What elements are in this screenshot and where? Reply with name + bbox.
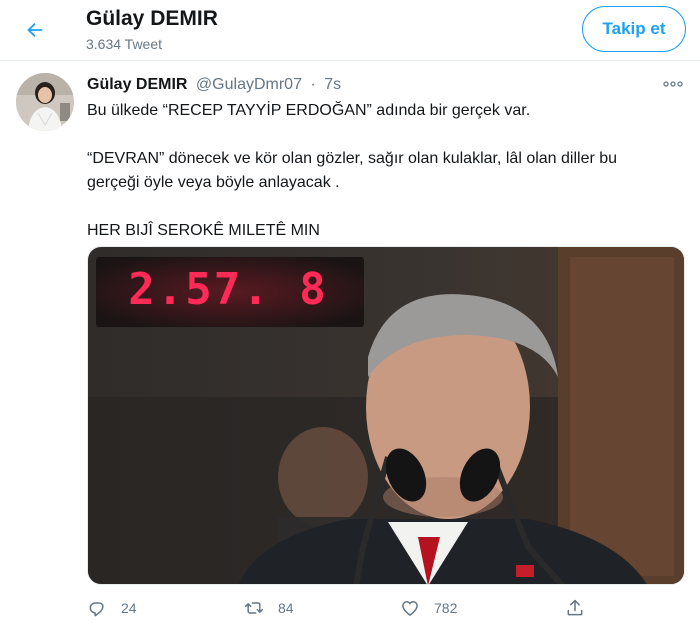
tweet-count: 3.634 Tweet — [86, 36, 163, 52]
tweet-media-photo[interactable]: 2.57. 8 — [87, 246, 685, 585]
retweet-icon — [244, 602, 264, 614]
tweet-time[interactable]: 7s — [324, 76, 341, 93]
reply-count: 24 — [121, 600, 137, 616]
back-button[interactable] — [18, 13, 52, 47]
separator: · — [310, 76, 316, 93]
reply-icon — [89, 602, 104, 617]
tweet-author-row: Gülay DEMIR @GulayDmr07 · 7s — [87, 76, 341, 94]
led-display-text: 2.57. 8 — [128, 264, 327, 315]
retweet-count: 84 — [278, 600, 294, 616]
author-name[interactable]: Gülay DEMIR — [87, 76, 187, 93]
retweet-button[interactable]: 84 — [244, 593, 294, 623]
like-icon — [402, 601, 418, 616]
author-handle[interactable]: @GulayDmr07 — [196, 76, 302, 93]
more-button[interactable] — [660, 73, 686, 95]
more-icon — [663, 81, 683, 87]
back-arrow-icon — [27, 22, 43, 38]
tweet-text-line: HER BIJÎ SEROKÊ MILETÊ MIN — [87, 222, 320, 239]
tweet-text-line: “DEVRAN” dönecek ve kör olan gözler, sağ… — [87, 150, 618, 167]
like-count: 782 — [434, 600, 458, 616]
tweet-text-line: gerçeği öyle veya böyle anlayacak . — [87, 174, 340, 191]
profile-header: Gülay DEMIR 3.634 Tweet Takip et — [0, 0, 700, 61]
share-button[interactable] — [565, 593, 585, 623]
reply-button[interactable]: 24 — [87, 593, 137, 623]
tweet-actions: 24 84 782 — [87, 593, 607, 623]
header-title: Gülay DEMIR — [86, 7, 218, 30]
tweet-text: Bu ülkede “RECEP TAYYİP ERDOĞAN” adında … — [87, 99, 687, 243]
share-icon — [567, 599, 583, 616]
avatar[interactable] — [16, 73, 74, 131]
tweet-text-line: Bu ülkede “RECEP TAYYİP ERDOĞAN” adında … — [87, 102, 531, 119]
tweet[interactable]: Gülay DEMIR @GulayDmr07 · 7s Bu ülkede “… — [0, 61, 700, 628]
follow-button[interactable]: Takip et — [582, 6, 686, 52]
like-button[interactable]: 782 — [400, 593, 457, 623]
